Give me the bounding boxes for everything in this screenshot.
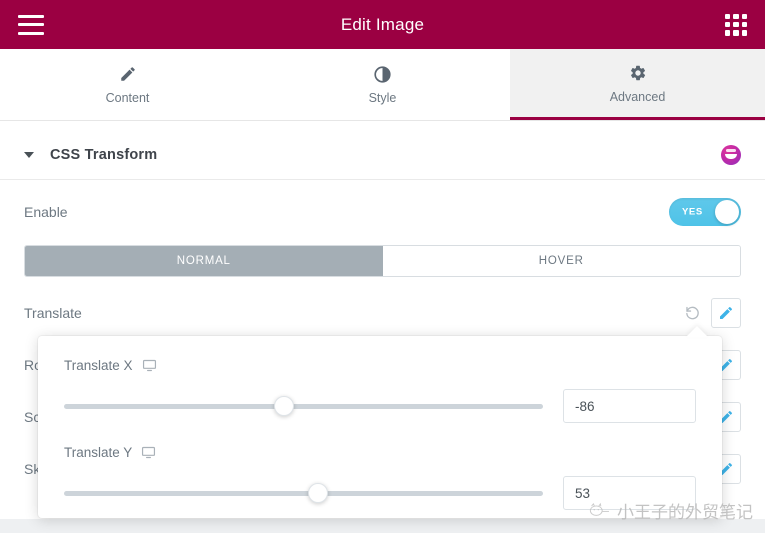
enable-toggle[interactable]: YES (669, 198, 741, 226)
section-title: CSS Transform (50, 147, 158, 163)
grid-cell (733, 21, 739, 28)
enable-row: Enable YES (0, 180, 765, 244)
field-label-row: Translate X (64, 358, 696, 373)
translate-y-label: Translate Y (64, 445, 133, 460)
contrast-icon (373, 64, 392, 84)
enable-label: Enable (24, 204, 68, 220)
row-actions (683, 298, 741, 328)
translate-y-input[interactable] (563, 476, 696, 510)
tab-content[interactable]: Content (0, 49, 255, 120)
chevron-down-icon (24, 152, 34, 158)
enable-toggle-label: YES (682, 206, 703, 218)
slider-handle[interactable] (307, 483, 328, 503)
section-header-css-transform[interactable]: CSS Transform (0, 131, 765, 180)
translate-y-slider[interactable] (64, 482, 543, 504)
field-label-row: Translate Y (64, 445, 696, 460)
grid-apps-icon[interactable] (725, 13, 747, 36)
state-normal[interactable]: NORMAL (25, 246, 383, 276)
gear-icon (629, 63, 647, 83)
grid-cell (725, 30, 731, 36)
control-row-translate: Translate (0, 287, 765, 339)
grid-cell (725, 21, 731, 28)
grid-cell (741, 13, 747, 19)
tab-advanced-label: Advanced (609, 89, 666, 104)
enable-toggle-knob (715, 200, 739, 224)
popover-arrow (686, 326, 708, 337)
footer-strip (0, 519, 765, 533)
top-bar: Edit Image (0, 0, 765, 49)
grid-cell (741, 21, 747, 28)
hamburger-icon[interactable] (18, 14, 44, 35)
tab-style-label: Style (368, 91, 397, 105)
edit-translate-button[interactable] (711, 298, 741, 328)
tab-style[interactable]: Style (255, 49, 510, 120)
field-translate-x: Translate X (64, 358, 696, 423)
desktop-icon[interactable] (142, 358, 157, 373)
state-switcher: NORMAL HOVER (24, 245, 741, 277)
grid-cell (741, 30, 747, 36)
hamburger-bar (18, 31, 44, 35)
pencil-icon (119, 64, 137, 84)
pro-badge-icon[interactable] (721, 145, 741, 165)
translate-x-label: Translate X (64, 358, 133, 373)
grid-cell (733, 30, 739, 36)
state-hover[interactable]: HOVER (382, 246, 740, 276)
control-label-translate: Translate (24, 305, 82, 321)
grid-cell (733, 13, 739, 19)
field-translate-y: Translate Y (64, 445, 696, 510)
edit-image-panel: Edit Image Content Style Advanced CSS Tr… (0, 0, 765, 533)
translate-x-slider[interactable] (64, 395, 543, 417)
reset-icon[interactable] (683, 304, 701, 322)
tab-advanced[interactable]: Advanced (510, 49, 765, 120)
slider-handle[interactable] (274, 396, 295, 416)
tab-content-label: Content (105, 91, 150, 105)
grid-cell (725, 13, 731, 19)
slider-track (64, 403, 543, 409)
translate-popover: Translate X Translate Y (38, 326, 722, 518)
tab-bar: Content Style Advanced (0, 49, 765, 121)
desktop-icon[interactable] (141, 445, 156, 460)
translate-x-input[interactable] (563, 389, 696, 423)
hamburger-bar (18, 14, 44, 18)
translate-y-slider-row (64, 476, 696, 510)
hamburger-bar (18, 23, 44, 26)
page-title: Edit Image (340, 14, 425, 34)
translate-x-slider-row (64, 389, 696, 423)
slider-track (64, 490, 543, 496)
